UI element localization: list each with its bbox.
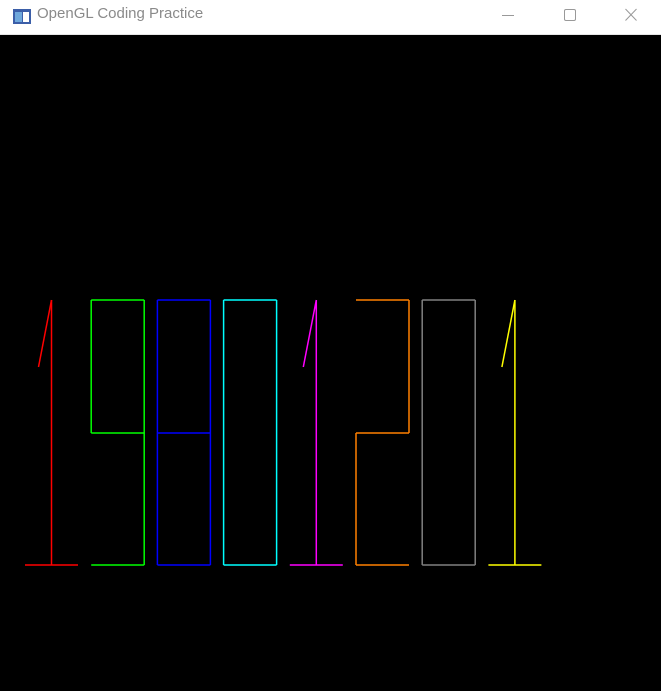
gl-drawing: [25, 299, 542, 566]
digit-1-7: [488, 299, 542, 566]
title-bar[interactable]: OpenGL Coding Practice: [0, 0, 661, 35]
digit-0-3: [222, 299, 278, 566]
digit-2-5: [355, 299, 410, 566]
maximize-icon: [564, 9, 576, 21]
digit-8-2: [156, 299, 212, 566]
digit-1-4: [289, 299, 343, 566]
digits-layer: [25, 299, 542, 566]
digit-segment: [501, 299, 516, 368]
digit-9-1: [90, 299, 145, 566]
window-title: OpenGL Coding Practice: [37, 5, 204, 22]
minimize-button[interactable]: [486, 0, 530, 30]
minimize-icon: [502, 15, 514, 16]
digit-1-0: [25, 299, 78, 566]
close-icon: [625, 8, 637, 21]
app-icon: [13, 9, 31, 24]
app-window: OpenGL Coding Practice: [0, 0, 661, 691]
digit-segment: [37, 299, 53, 368]
maximize-button[interactable]: [548, 0, 592, 30]
gl-canvas[interactable]: [0, 35, 661, 691]
digit-segment: [302, 299, 318, 368]
close-button[interactable]: [609, 0, 653, 30]
digit-0-6: [421, 299, 476, 566]
